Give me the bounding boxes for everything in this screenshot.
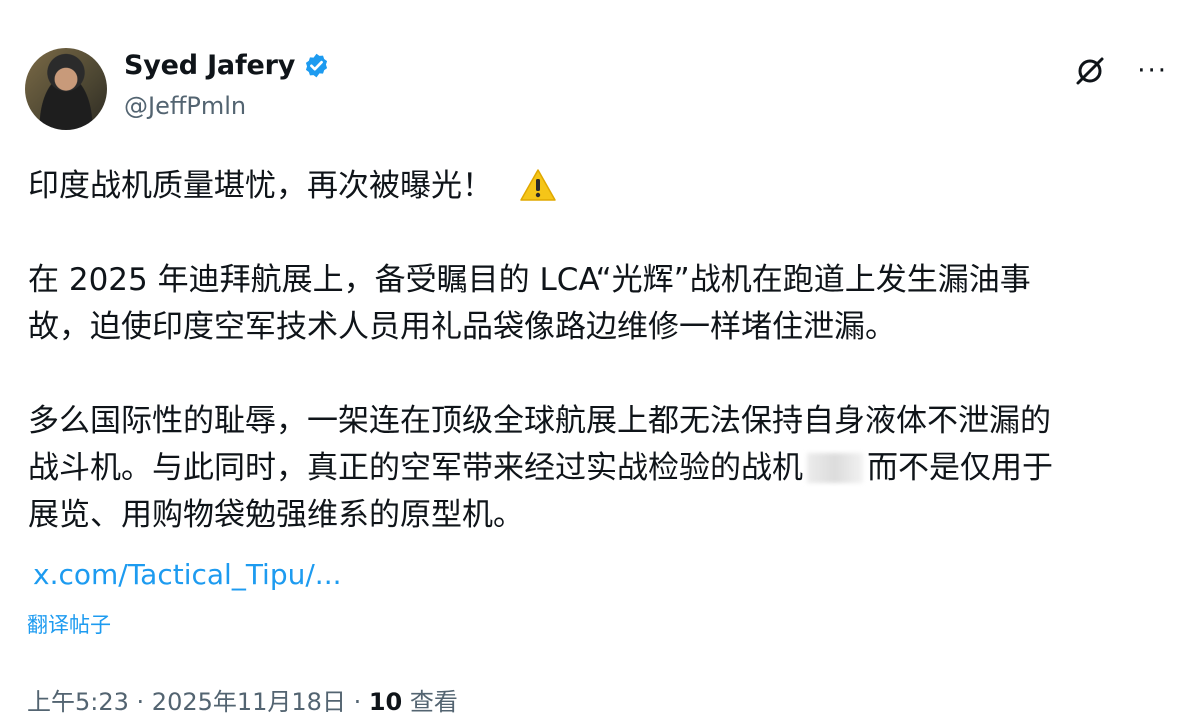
post-text: 印度战机质量堪忧，再次被曝光！: [28, 168, 493, 204]
author-name[interactable]: Syed Jafery: [124, 50, 295, 81]
post-actions: ···: [1073, 54, 1168, 88]
post-body: 印度战机质量堪忧，再次被曝光！ 在 2025 年迪拜航展上，备受瞩目的 LCA“…: [28, 163, 1168, 539]
views-label: 查看: [402, 688, 458, 716]
blurred-region: [807, 453, 863, 483]
post-meta: 上午5:23 · 2025年11月18日 · 10 查看: [27, 682, 458, 717]
post-text: 而不是仅用于: [867, 450, 1053, 486]
meta-separator: ·: [345, 688, 369, 716]
meta-separator: ·: [128, 688, 152, 716]
translate-post-link[interactable]: 翻译帖子: [27, 609, 111, 639]
post-line: 战斗机。与此同时，真正的空军带来经过实战检验的战机 而不是仅用于: [28, 445, 1168, 492]
post-text: 故，迫使印度空军技术人员用礼品袋像路边维修一样堵住泄漏。: [28, 309, 896, 345]
author-name-row: Syed Jafery: [124, 50, 330, 81]
post-text: 展览、用购物袋勉强维系的原型机。: [28, 497, 524, 533]
author-handle[interactable]: @JeffPmln: [124, 92, 246, 120]
avatar[interactable]: [25, 48, 107, 130]
grok-icon[interactable]: [1073, 54, 1107, 88]
post-text: 多么国际性的耻辱，一架连在顶级全球航展上都无法保持自身液体不泄漏的: [28, 403, 1051, 439]
post-line: 印度战机质量堪忧，再次被曝光！: [28, 163, 1168, 210]
post-date[interactable]: 2025年11月18日: [152, 688, 346, 716]
post-text: 战斗机。与此同时，真正的空军带来经过实战检验的战机: [28, 450, 803, 486]
warning-icon: [519, 168, 557, 202]
post-time[interactable]: 上午5:23: [27, 688, 129, 716]
post-link[interactable]: x.com/Tactical_Tipu/...: [33, 558, 342, 591]
views-count[interactable]: 10: [369, 688, 402, 716]
post-text: 在 2025 年迪拜航展上，备受瞩目的 LCA“光辉”战机在跑道上发生漏油事: [28, 262, 1031, 298]
verified-badge-icon: [303, 52, 330, 79]
more-icon[interactable]: ···: [1137, 58, 1168, 84]
